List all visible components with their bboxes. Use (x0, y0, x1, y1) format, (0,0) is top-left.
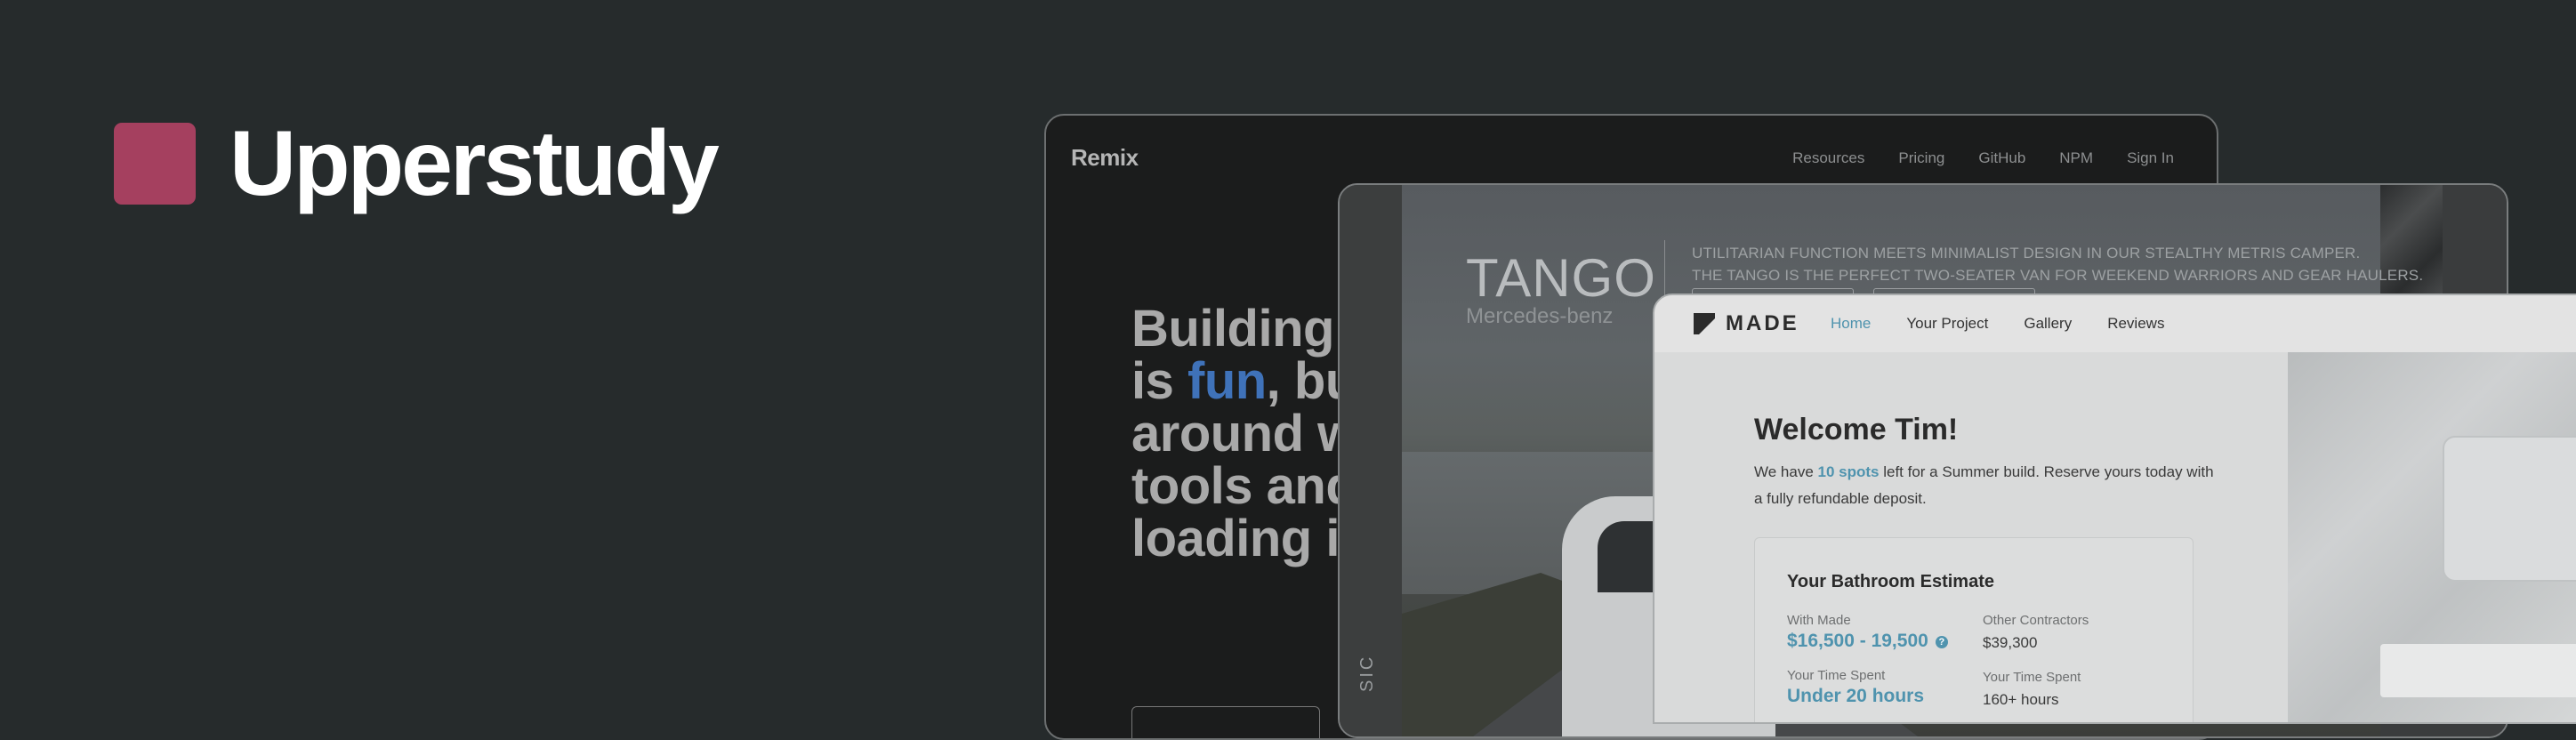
remix-nav: Resources Pricing GitHub NPM Sign In (1792, 149, 2174, 167)
remix-nav-pricing[interactable]: Pricing (1898, 149, 1944, 167)
estimate-with-made-value: $16,500 - 19,500? (1787, 631, 1948, 652)
remix-nav-npm[interactable]: NPM (2059, 149, 2093, 167)
estimate-with-made-label: With Made (1787, 613, 1851, 628)
remix-nav-github[interactable]: GitHub (1978, 149, 2025, 167)
brand-name: Upperstudy (229, 112, 720, 215)
tango-subtitle: Mercedes-benz (1466, 304, 1614, 328)
remix-headline-line-2: is fun, bu (1131, 355, 1357, 407)
tango-description: UTILITARIAN FUNCTION MEETS MINIMALIST DE… (1692, 242, 2423, 286)
remix-headline: Building is fun, bu around w tools and l… (1131, 302, 1357, 565)
made-nav-links: Home Your Project Gallery Reviews (1831, 315, 2164, 333)
made-screenshot-card: MADE Home Your Project Gallery Reviews W… (1653, 294, 2576, 724)
estimate-time-other-value: 160+ hours (1983, 691, 2059, 708)
estimate-time-made-label: Your Time Spent (1787, 668, 1886, 683)
remix-nav-sign-in[interactable]: Sign In (2127, 149, 2174, 167)
estimate-with-made-amount: $16,500 - 19,500 (1787, 631, 1928, 651)
estimate-other-value: $39,300 (1983, 634, 2038, 651)
tango-vertical-label: SIC (1357, 654, 1377, 692)
remix-logo[interactable]: Remix (1071, 144, 1139, 172)
question-icon[interactable]: ? (1935, 636, 1948, 648)
made-navbar: MADE Home Your Project Gallery Reviews (1654, 295, 2576, 353)
made-welcome-text: We have 10 spots left for a Summer build… (1754, 459, 2217, 512)
made-nav-gallery[interactable]: Gallery (2024, 315, 2072, 333)
estimate-time-made-value: Under 20 hours (1787, 686, 1925, 706)
tango-description-line-2: THE TANGO IS THE PERFECT TWO-SEATER VAN … (1692, 267, 2424, 284)
remix-headline-line-5: loading i (1131, 510, 1340, 567)
made-estimate-card: Your Bathroom Estimate With Made $16,500… (1754, 537, 2194, 722)
tango-description-line-1: UTILITARIAN FUNCTION MEETS MINIMALIST DE… (1692, 245, 2361, 261)
remix-headline-line-3: around w (1131, 405, 1357, 462)
made-welcome-heading: Welcome Tim! (1754, 413, 1959, 446)
remix-headline-accent: fun (1187, 352, 1267, 410)
made-logo[interactable]: MADE (1726, 311, 1799, 336)
made-nav-home[interactable]: Home (1831, 315, 1871, 333)
made-photo-mirror (2443, 436, 2576, 582)
remix-nav-resources[interactable]: Resources (1792, 149, 1864, 167)
remix-headline-line-1: Building (1131, 300, 1334, 358)
made-photo-sink (2380, 644, 2576, 697)
remix-headline-line-4: tools and (1131, 457, 1357, 515)
tango-title: TANGO (1466, 248, 1656, 308)
brand: Upperstudy (114, 112, 720, 215)
brand-logo-square (114, 123, 196, 205)
made-logo-icon (1694, 313, 1715, 334)
made-nav-reviews[interactable]: Reviews (2107, 315, 2164, 333)
remix-headline-pre: is (1131, 352, 1187, 410)
made-spots-count: 10 spots (1817, 463, 1880, 480)
estimate-other-label: Other Contractors (1983, 613, 2089, 628)
estimate-title: Your Bathroom Estimate (1787, 572, 1994, 591)
estimate-time-other-label: Your Time Spent (1983, 670, 2081, 685)
made-text-pre: We have (1754, 463, 1818, 480)
made-nav-your-project[interactable]: Your Project (1906, 315, 1988, 333)
